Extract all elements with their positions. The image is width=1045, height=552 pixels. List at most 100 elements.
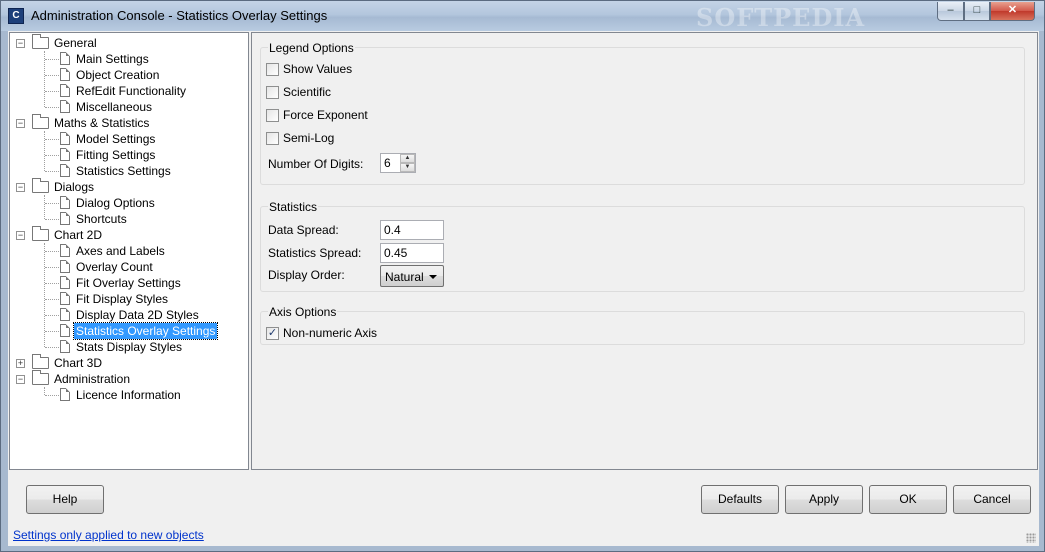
tree-item[interactable]: Statistics Settings: [16, 163, 236, 179]
tree-item-label: Fit Display Styles: [76, 292, 169, 306]
number-of-digits-spinner[interactable]: 6 ▲ ▼: [380, 153, 416, 173]
semi-log-checkbox[interactable]: [266, 132, 279, 145]
tree-item[interactable]: Object Creation: [16, 67, 236, 83]
expand-icon[interactable]: +: [16, 359, 25, 368]
display-order-select[interactable]: Natural: [380, 265, 444, 287]
force-exponent-row[interactable]: Force Exponent: [266, 107, 416, 123]
tree-item-label: Statistics Overlay Settings: [72, 322, 219, 340]
tree-group-1[interactable]: − Maths & Statistics: [16, 114, 236, 131]
tree-group-label: General: [54, 36, 97, 50]
page-icon: [60, 196, 70, 209]
collapse-icon[interactable]: −: [16, 39, 25, 48]
tree-item[interactable]: Display Data 2D Styles: [16, 307, 236, 323]
tree-item[interactable]: Licence Information: [16, 387, 236, 403]
tree-item-label: Licence Information: [76, 388, 181, 402]
tree-group-4[interactable]: + Chart 3D: [16, 354, 236, 371]
data-spread-label: Data Spread:: [268, 223, 339, 237]
tree-item[interactable]: Statistics Overlay Settings: [16, 322, 236, 340]
scientific-row[interactable]: Scientific: [266, 84, 416, 100]
tree-item-label: Axes and Labels: [76, 244, 165, 258]
folder-icon: [32, 370, 49, 385]
display-order-label: Display Order:: [268, 268, 345, 282]
settings-panel: Legend Options Show Values Scientific Fo…: [251, 32, 1038, 470]
collapse-icon[interactable]: −: [16, 375, 25, 384]
tree-item[interactable]: Stats Display Styles: [16, 339, 236, 355]
resize-grip-icon[interactable]: [1026, 533, 1036, 543]
statistics-spread-input[interactable]: [380, 243, 444, 263]
non-numeric-axis-label: Non-numeric Axis: [283, 326, 378, 340]
tree-item-label: Shortcuts: [76, 212, 127, 226]
page-icon: [60, 132, 70, 145]
tree-item[interactable]: Fitting Settings: [16, 147, 236, 163]
tree-item-label: Model Settings: [76, 132, 156, 146]
settings-tree[interactable]: − General Main Settings Object Creation …: [9, 32, 249, 470]
defaults-button[interactable]: Defaults: [701, 485, 779, 514]
maximize-button[interactable]: □: [964, 2, 990, 21]
tree-item-label: Fitting Settings: [76, 148, 156, 162]
minimize-button[interactable]: –: [937, 2, 964, 21]
cancel-button[interactable]: Cancel: [953, 485, 1031, 514]
axis-options-title: Axis Options: [268, 305, 338, 319]
tree-connector: [44, 131, 45, 171]
collapse-icon[interactable]: −: [16, 119, 25, 128]
collapse-icon[interactable]: −: [16, 183, 25, 192]
page-icon: [60, 84, 70, 97]
tree-group-5[interactable]: − Administration: [16, 370, 236, 387]
tree-item[interactable]: Fit Overlay Settings: [16, 275, 236, 291]
tree-item[interactable]: Shortcuts: [16, 211, 236, 227]
page-icon: [60, 388, 70, 401]
tree-item-label: Statistics Settings: [76, 164, 171, 178]
tree-group-label: Chart 2D: [54, 228, 103, 242]
apply-button[interactable]: Apply: [785, 485, 863, 514]
scientific-checkbox[interactable]: [266, 86, 279, 99]
data-spread-input[interactable]: [380, 220, 444, 240]
tree-item-label: RefEdit Functionality: [76, 84, 187, 98]
tree-item[interactable]: RefEdit Functionality: [16, 83, 236, 99]
tree-group-3[interactable]: − Chart 2D: [16, 226, 236, 243]
tree-group-0[interactable]: − General: [16, 34, 236, 51]
scientific-label: Scientific: [283, 85, 332, 99]
tree-item-label: Overlay Count: [76, 260, 153, 274]
tree-item-label: Stats Display Styles: [76, 340, 183, 354]
tree-group-2[interactable]: − Dialogs: [16, 178, 236, 195]
status-link[interactable]: Settings only applied to new objects: [13, 528, 204, 542]
page-icon: [60, 260, 70, 273]
statistics-title: Statistics: [268, 200, 319, 214]
tree-item[interactable]: Dialog Options: [16, 195, 236, 211]
tree-item[interactable]: Fit Display Styles: [16, 291, 236, 307]
semi-log-row[interactable]: Semi-Log: [266, 130, 416, 146]
window: C Administration Console - Statistics Ov…: [0, 0, 1045, 552]
app-icon: C: [8, 8, 24, 24]
tree-item[interactable]: Main Settings: [16, 51, 236, 67]
tree-item[interactable]: Overlay Count: [16, 259, 236, 275]
show-values-row[interactable]: Show Values: [266, 61, 416, 77]
page-icon: [60, 324, 70, 337]
page-icon: [60, 308, 70, 321]
collapse-icon[interactable]: −: [16, 231, 25, 240]
non-numeric-axis-row[interactable]: ✓ Non-numeric Axis: [266, 325, 416, 341]
spin-up-icon[interactable]: ▲: [400, 154, 415, 163]
spin-down-icon[interactable]: ▼: [400, 163, 415, 172]
number-of-digits-label: Number Of Digits:: [268, 157, 364, 171]
title-bar[interactable]: C Administration Console - Statistics Ov…: [1, 1, 1044, 32]
tree-item-label: Dialog Options: [76, 196, 155, 210]
help-button[interactable]: Help: [26, 485, 104, 514]
tree-connector: [44, 195, 45, 219]
tree-item[interactable]: Miscellaneous: [16, 99, 236, 115]
tree-group-label: Administration: [54, 372, 131, 386]
folder-icon: [32, 226, 49, 241]
chevron-down-icon: [429, 275, 437, 279]
tree-connector: [44, 387, 45, 395]
page-icon: [60, 100, 70, 113]
non-numeric-axis-checkbox[interactable]: ✓: [266, 327, 279, 340]
tree-item-label: Display Data 2D Styles: [76, 308, 199, 322]
force-exponent-checkbox[interactable]: [266, 109, 279, 122]
ok-button[interactable]: OK: [869, 485, 947, 514]
tree-item[interactable]: Axes and Labels: [16, 243, 236, 259]
page-icon: [60, 340, 70, 353]
close-button[interactable]: ✕: [990, 2, 1035, 21]
tree-item[interactable]: Model Settings: [16, 131, 236, 147]
page-icon: [60, 148, 70, 161]
show-values-checkbox[interactable]: [266, 63, 279, 76]
number-of-digits-value: 6: [384, 156, 391, 170]
